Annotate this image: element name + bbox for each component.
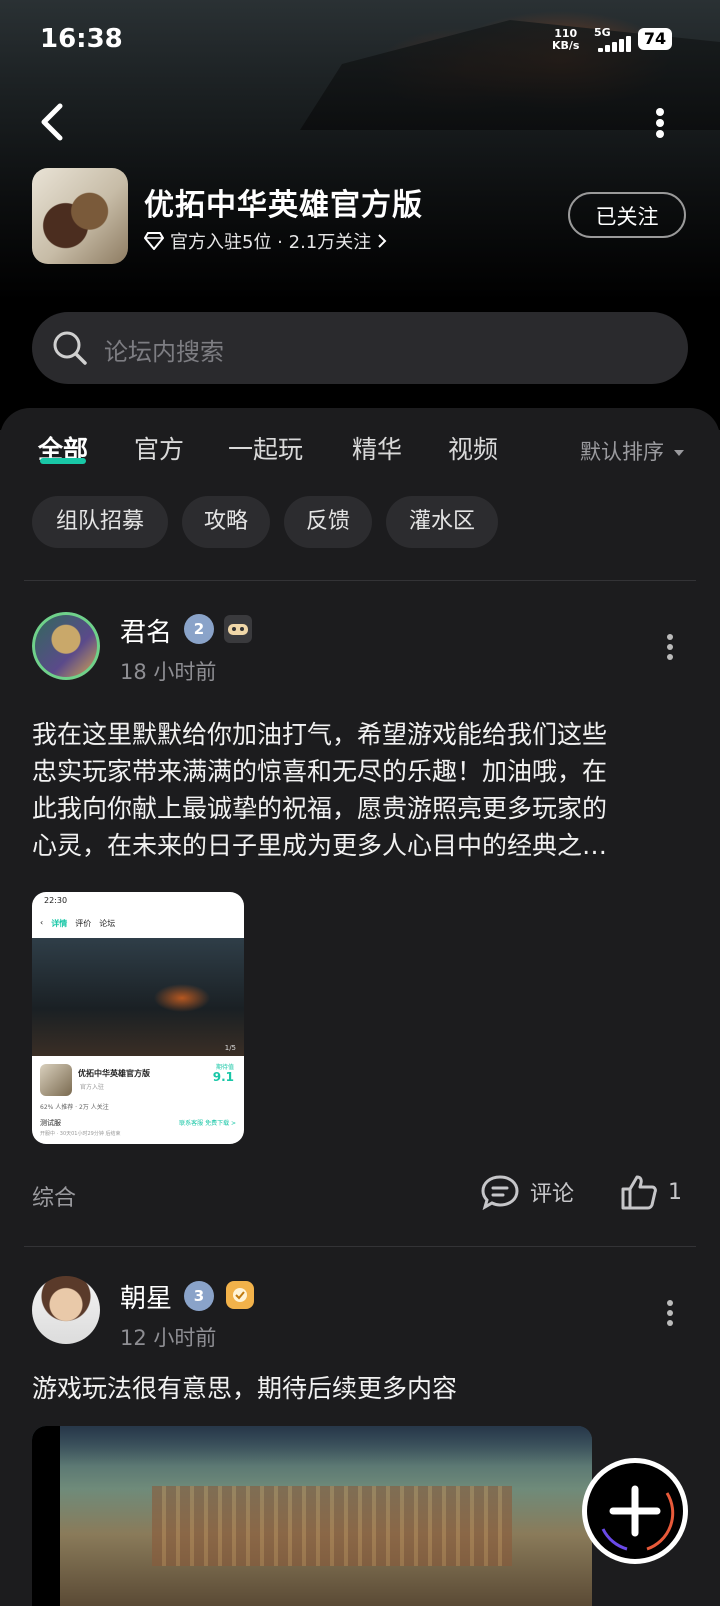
active-tab-indicator (40, 458, 86, 464)
chevron-left-icon[interactable] (36, 102, 72, 142)
post-text-line: 忠实玩家带来满满的惊喜和无尽的乐趣！加油哦，在 (32, 757, 608, 786)
forum-meta-text: 官方入驻5位 · 2.1万关注 (170, 232, 372, 253)
search-placeholder: 论坛内搜索 (104, 338, 224, 366)
chevron-right-icon (378, 234, 387, 248)
app-title: 优拓中华英雄官方版 (144, 188, 423, 223)
network-speed-unit: KB/s (552, 39, 580, 52)
post-time: 18 小时前 (120, 660, 217, 684)
signal-icon (598, 36, 632, 52)
thumb-chevron-left-icon: ‹ (40, 918, 44, 927)
level-badge-icon: 2 (184, 614, 214, 644)
thumb-tab-review: 评价 (75, 919, 92, 928)
chip-guide[interactable]: 攻略 (182, 496, 270, 548)
achievement-badge-icon (226, 1281, 254, 1309)
thumb-score: 9.1 (212, 1070, 234, 1084)
thumb-app-icon (40, 1064, 72, 1096)
create-post-button[interactable] (582, 1458, 688, 1564)
post-text-line: 游戏玩法很有意思，期待后续更多内容 (32, 1374, 458, 1403)
divider (24, 580, 696, 581)
gamepad-badge-icon (224, 615, 252, 643)
thumb-tab-forum: 论坛 (99, 919, 116, 928)
thumb-tabs: ‹ 详情 评价 论坛 (40, 918, 115, 929)
thumb-game-name: 优拓中华英雄官方版 (78, 1069, 150, 1078)
level-number: 3 (193, 1287, 205, 1305)
divider (24, 1246, 696, 1247)
diamond-icon (144, 232, 164, 250)
network-speed: 110 KB/s (552, 28, 579, 52)
thumb-status-time: 22:30 (44, 896, 68, 905)
post-text-line: 心灵，在未来的日子里成为更多人心目中的经典之… (32, 831, 608, 860)
post-content[interactable]: 我在这里默默给你加油打气，希望游戏能给我们这些 忠实玩家带来满满的惊喜和无尽的乐… (32, 716, 688, 864)
game-hud (60, 1426, 592, 1466)
tab-official[interactable]: 官方 (134, 430, 184, 466)
level-badge-icon: 3 (184, 1281, 214, 1311)
plus-icon (601, 1485, 675, 1551)
thumbs-up-icon (621, 1175, 657, 1210)
post-category[interactable]: 综合 (32, 1180, 76, 1212)
app-icon[interactable] (32, 168, 128, 264)
thumb-test-label: 测试服 (40, 1119, 61, 1127)
comment-label: 评论 (530, 1182, 575, 1207)
post-time: 12 小时前 (120, 1326, 217, 1350)
sort-dropdown[interactable]: 默认排序 (580, 436, 685, 466)
thumb-test-action: 联系客服 免费下载 > (179, 1120, 236, 1127)
sort-label: 默认排序 (580, 440, 664, 464)
comment-icon (481, 1175, 519, 1210)
battery-icon: 74 (638, 28, 672, 50)
comment-button[interactable]: 评论 (480, 1174, 574, 1210)
game-city-scene (152, 1486, 512, 1566)
like-count: 1 (668, 1179, 682, 1205)
avatar[interactable] (32, 1276, 100, 1344)
search-input[interactable]: 论坛内搜索 (32, 312, 688, 384)
post-image[interactable] (32, 1426, 592, 1606)
thumb-test-note: 开服中 · 30天01小时29分钟 后结束 (40, 1131, 121, 1137)
post-image[interactable]: 22:30 ‹ 详情 评价 论坛 1/5 优拓中华英雄官方版 官方入驻 期待值 … (32, 892, 244, 1144)
search-icon (53, 331, 87, 365)
post-more-icon[interactable] (660, 632, 680, 662)
status-time: 16:38 (40, 24, 123, 54)
thumb-counter: 1/5 (224, 1044, 236, 1052)
avatar[interactable] (32, 612, 100, 680)
tab-featured[interactable]: 精华 (352, 430, 402, 466)
thumb-stats: 62% 人推荐 · 2万 人关注 (40, 1104, 109, 1111)
tab-video[interactable]: 视频 (448, 430, 498, 466)
level-number: 2 (193, 620, 205, 638)
chip-feedback[interactable]: 反馈 (284, 496, 372, 548)
tab-play-together[interactable]: 一起玩 (228, 430, 303, 466)
post-text-line: 我在这里默默给你加油打气，希望游戏能给我们这些 (32, 720, 608, 749)
post-author[interactable]: 君名 (120, 612, 172, 649)
follow-button[interactable]: 已关注 (568, 192, 686, 238)
thumb-tab-detail: 详情 (51, 919, 68, 928)
thumb-official: 官方入驻 (80, 1084, 105, 1091)
more-vertical-icon[interactable] (650, 106, 670, 140)
post-text-line: 此我向你献上最诚挚的祝福，愿贵游照亮更多玩家的 (32, 794, 608, 823)
thumb-game-scene: 1/5 (32, 938, 244, 1056)
image-letterbox (32, 1426, 60, 1606)
chip-chat-area[interactable]: 灌水区 (386, 496, 498, 548)
post-more-icon[interactable] (660, 1298, 680, 1328)
post-content[interactable]: 游戏玩法很有意思，期待后续更多内容 (32, 1370, 688, 1407)
caret-down-icon (673, 450, 684, 456)
forum-meta[interactable]: 官方入驻5位 · 2.1万关注 (144, 228, 387, 254)
chip-team-recruit[interactable]: 组队招募 (32, 496, 168, 548)
status-bar: 16:38 110 KB/s 5G 74 (0, 0, 720, 80)
post-author[interactable]: 朝星 (120, 1278, 172, 1315)
like-button[interactable]: 1 (620, 1174, 682, 1210)
